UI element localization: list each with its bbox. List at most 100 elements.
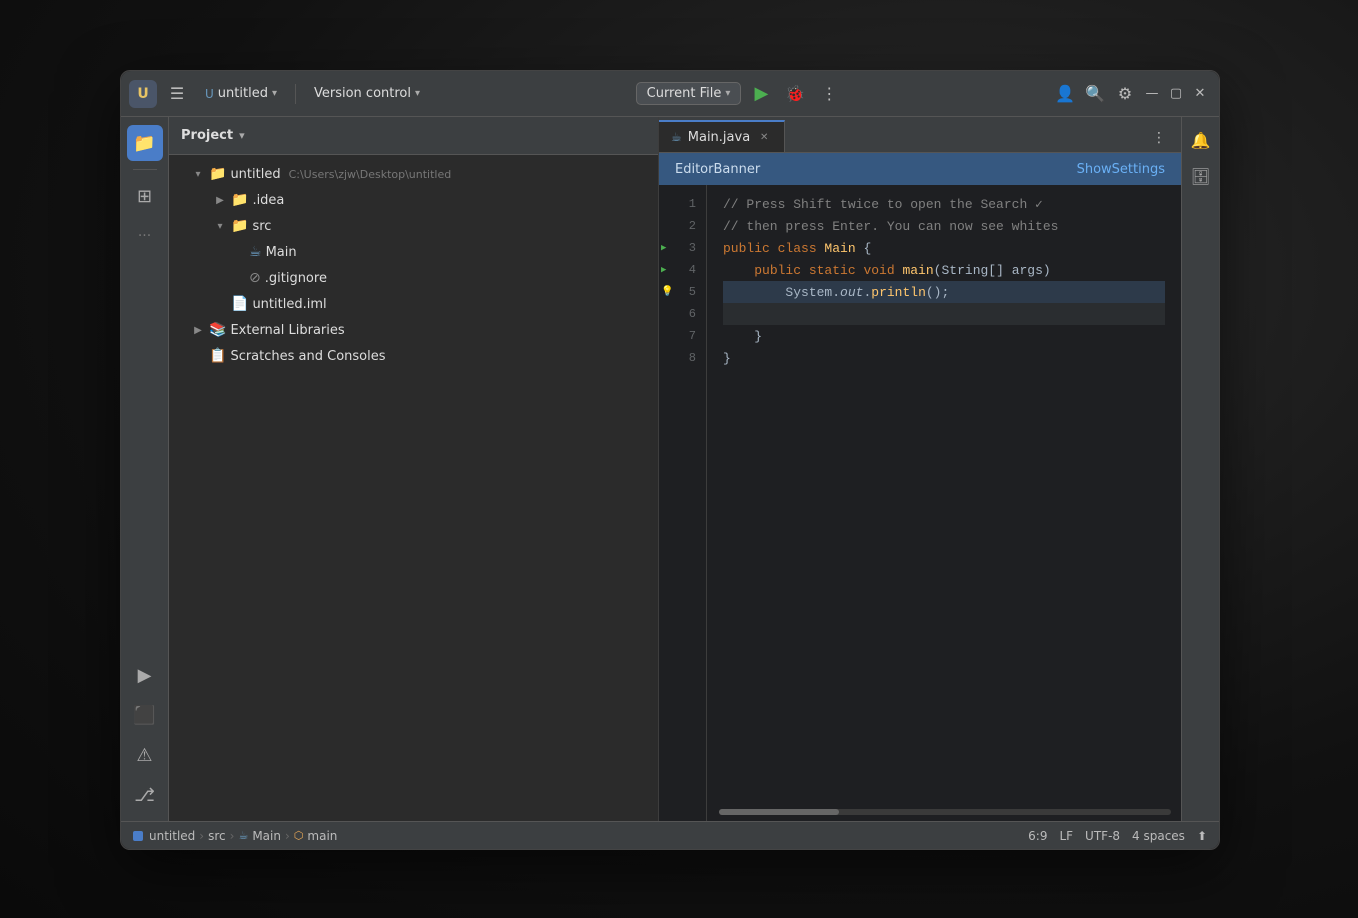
- sidebar-item-more[interactable]: ···: [127, 218, 163, 254]
- line-num-6: 6: [659, 303, 706, 325]
- code-line-5: System.out.println();: [723, 281, 1165, 303]
- sidebar-item-project[interactable]: 📁: [127, 125, 163, 161]
- collab-button[interactable]: 👤: [1051, 80, 1079, 108]
- tree-arrow-icon: ▶: [191, 325, 205, 336]
- panel-header: Project ▾: [169, 117, 658, 155]
- scratches-icon: 📋: [209, 348, 226, 364]
- breadcrumb-method-main[interactable]: main: [307, 829, 337, 843]
- tree-arrow-icon: ▾: [191, 169, 205, 180]
- maximize-button[interactable]: ▢: [1165, 83, 1187, 105]
- run-config-arrow-icon: ▾: [725, 88, 730, 99]
- folder-icon: 📁: [231, 192, 248, 208]
- run-config-label: Current File: [647, 86, 722, 101]
- breadcrumb-src[interactable]: src: [208, 829, 226, 843]
- database-button[interactable]: 🗄: [1186, 161, 1216, 191]
- breadcrumb: untitled › src › ☕ Main › ⬡ main: [133, 829, 337, 843]
- tree-item-scratches[interactable]: 📋 Scratches and Consoles: [169, 343, 658, 369]
- breadcrumb-untitled[interactable]: untitled: [149, 829, 195, 843]
- tree-item-main[interactable]: ☕ Main: [169, 239, 658, 265]
- minimize-button[interactable]: —: [1141, 83, 1163, 105]
- line-num-1: 1: [659, 193, 706, 215]
- tree-name-idea: .idea: [252, 193, 284, 208]
- tree-arrow-icon: ▶: [213, 195, 227, 206]
- tree-name-gitignore: .gitignore: [265, 271, 327, 286]
- window-actions: 👤 🔍 ⚙ — ▢ ✕: [1051, 80, 1211, 108]
- debug-button[interactable]: 🐞: [781, 80, 809, 108]
- tabs-more-button[interactable]: ⋮: [1145, 124, 1173, 152]
- editor-banner: EditorBanner ShowSettings: [659, 153, 1181, 185]
- vcs-button[interactable]: Version control ▾: [306, 83, 428, 104]
- more-run-options-button[interactable]: ⋮: [815, 80, 843, 108]
- code-line-6: [723, 303, 1165, 325]
- sidebar-item-problems[interactable]: ⚠: [127, 737, 163, 773]
- status-line-ending[interactable]: LF: [1059, 829, 1073, 843]
- search-button[interactable]: 🔍: [1081, 80, 1109, 108]
- app-logo: U: [129, 80, 157, 108]
- breadcrumb-arrow-2: ›: [230, 829, 235, 843]
- code-content[interactable]: // Press Shift twice to open the Search …: [707, 185, 1181, 821]
- right-sidebar: 🔔 🗄: [1181, 117, 1219, 821]
- tree-name-main: Main: [266, 245, 297, 260]
- tree-item-untitled[interactable]: ▾ 📁 untitled C:\Users\zjw\Desktop\untitl…: [169, 161, 658, 187]
- library-icon: 📚: [209, 322, 226, 338]
- toolbar-bottom: ▶ ⬛ ⚠ ⎇: [127, 657, 163, 813]
- close-button[interactable]: ✕: [1189, 83, 1211, 105]
- tree-name-iml: untitled.iml: [252, 297, 326, 312]
- run-button[interactable]: ▶: [747, 80, 775, 108]
- run-indicator-icon: ▶: [661, 243, 666, 253]
- code-line-3: public class Main {: [723, 237, 1165, 259]
- folder-icon: 📁: [209, 166, 226, 182]
- tree-item-idea[interactable]: ▶ 📁 .idea: [169, 187, 658, 213]
- file-tree-panel: Project ▾ ▾ 📁 untitled C:\Users\zjw\Desk…: [169, 117, 659, 821]
- status-encoding[interactable]: UTF-8: [1085, 829, 1120, 843]
- breadcrumb-main[interactable]: Main: [252, 829, 281, 843]
- editor-tabs: ☕ Main.java ✕ ⋮: [659, 117, 1181, 153]
- tree-item-iml[interactable]: 📄 untitled.iml: [169, 291, 658, 317]
- settings-button[interactable]: ⚙: [1111, 80, 1139, 108]
- tree-item-ext-libs[interactable]: ▶ 📚 External Libraries: [169, 317, 658, 343]
- vcs-arrow-icon: ▾: [415, 88, 420, 99]
- project-arrow-icon: ▾: [272, 88, 277, 99]
- run-config-button[interactable]: Current File ▾: [636, 82, 742, 105]
- tab-java-icon: ☕: [671, 130, 682, 144]
- project-name-label: untitled: [218, 86, 268, 101]
- ide-window: U ☰ U untitled ▾ Version control ▾ Curre…: [120, 70, 1220, 850]
- panel-title-arrow[interactable]: ▾: [239, 129, 245, 142]
- line-num-5: 💡 5: [659, 281, 706, 303]
- left-toolbar: 📁 ⊞ ··· ▶ ⬛ ⚠ ⎇: [121, 117, 169, 821]
- tree-item-src[interactable]: ▾ 📁 src: [169, 213, 658, 239]
- editor-tab-main[interactable]: ☕ Main.java ✕: [659, 120, 785, 152]
- breadcrumb-java-icon: ☕: [238, 829, 248, 842]
- line-numbers: 1 2 ▶ 3 ▶ 4 💡 5 6 7 8: [659, 185, 707, 821]
- scroll-thumb[interactable]: [719, 809, 839, 815]
- sidebar-item-terminal[interactable]: ⬛: [127, 697, 163, 733]
- status-position[interactable]: 6:9: [1028, 829, 1047, 843]
- horizontal-scrollbar[interactable]: [719, 809, 1171, 815]
- code-line-8: }: [723, 347, 1165, 369]
- banner-action-button[interactable]: ShowSettings: [1077, 162, 1165, 177]
- breadcrumb-arrow-3: ›: [285, 829, 290, 843]
- sidebar-item-git[interactable]: ⎇: [127, 777, 163, 813]
- breadcrumb-arrow-1: ›: [199, 829, 204, 843]
- sidebar-item-run[interactable]: ▶: [127, 657, 163, 693]
- title-bar-center: Current File ▾ ▶ 🐞 ⋮: [434, 80, 1045, 108]
- java-icon: ☕: [249, 244, 262, 260]
- tree-item-gitignore[interactable]: ⊘ .gitignore: [169, 265, 658, 291]
- code-line-2: // then press Enter. You can now see whi…: [723, 215, 1165, 237]
- status-bar-right: 6:9 LF UTF-8 4 spaces ⬆: [1028, 829, 1207, 843]
- status-indent[interactable]: 4 spaces: [1132, 829, 1185, 843]
- toolbar-divider: [133, 169, 157, 170]
- status-push-icon[interactable]: ⬆: [1197, 829, 1207, 843]
- notifications-button[interactable]: 🔔: [1186, 125, 1216, 155]
- tree-name-untitled: untitled: [230, 167, 280, 182]
- tab-close-button[interactable]: ✕: [756, 129, 772, 145]
- panel-title: Project: [181, 128, 233, 143]
- editor-area: ☕ Main.java ✕ ⋮ EditorBanner ShowSetting…: [659, 117, 1181, 821]
- project-switcher-button[interactable]: U untitled ▾: [197, 83, 285, 104]
- line-num-3: ▶ 3: [659, 237, 706, 259]
- code-editor[interactable]: 1 2 ▶ 3 ▶ 4 💡 5 6 7 8: [659, 185, 1181, 821]
- run-indicator-icon: ▶: [661, 265, 666, 275]
- hamburger-menu-button[interactable]: ☰: [163, 80, 191, 108]
- sidebar-item-plugins[interactable]: ⊞: [127, 178, 163, 214]
- tree-path-untitled: C:\Users\zjw\Desktop\untitled: [289, 168, 452, 181]
